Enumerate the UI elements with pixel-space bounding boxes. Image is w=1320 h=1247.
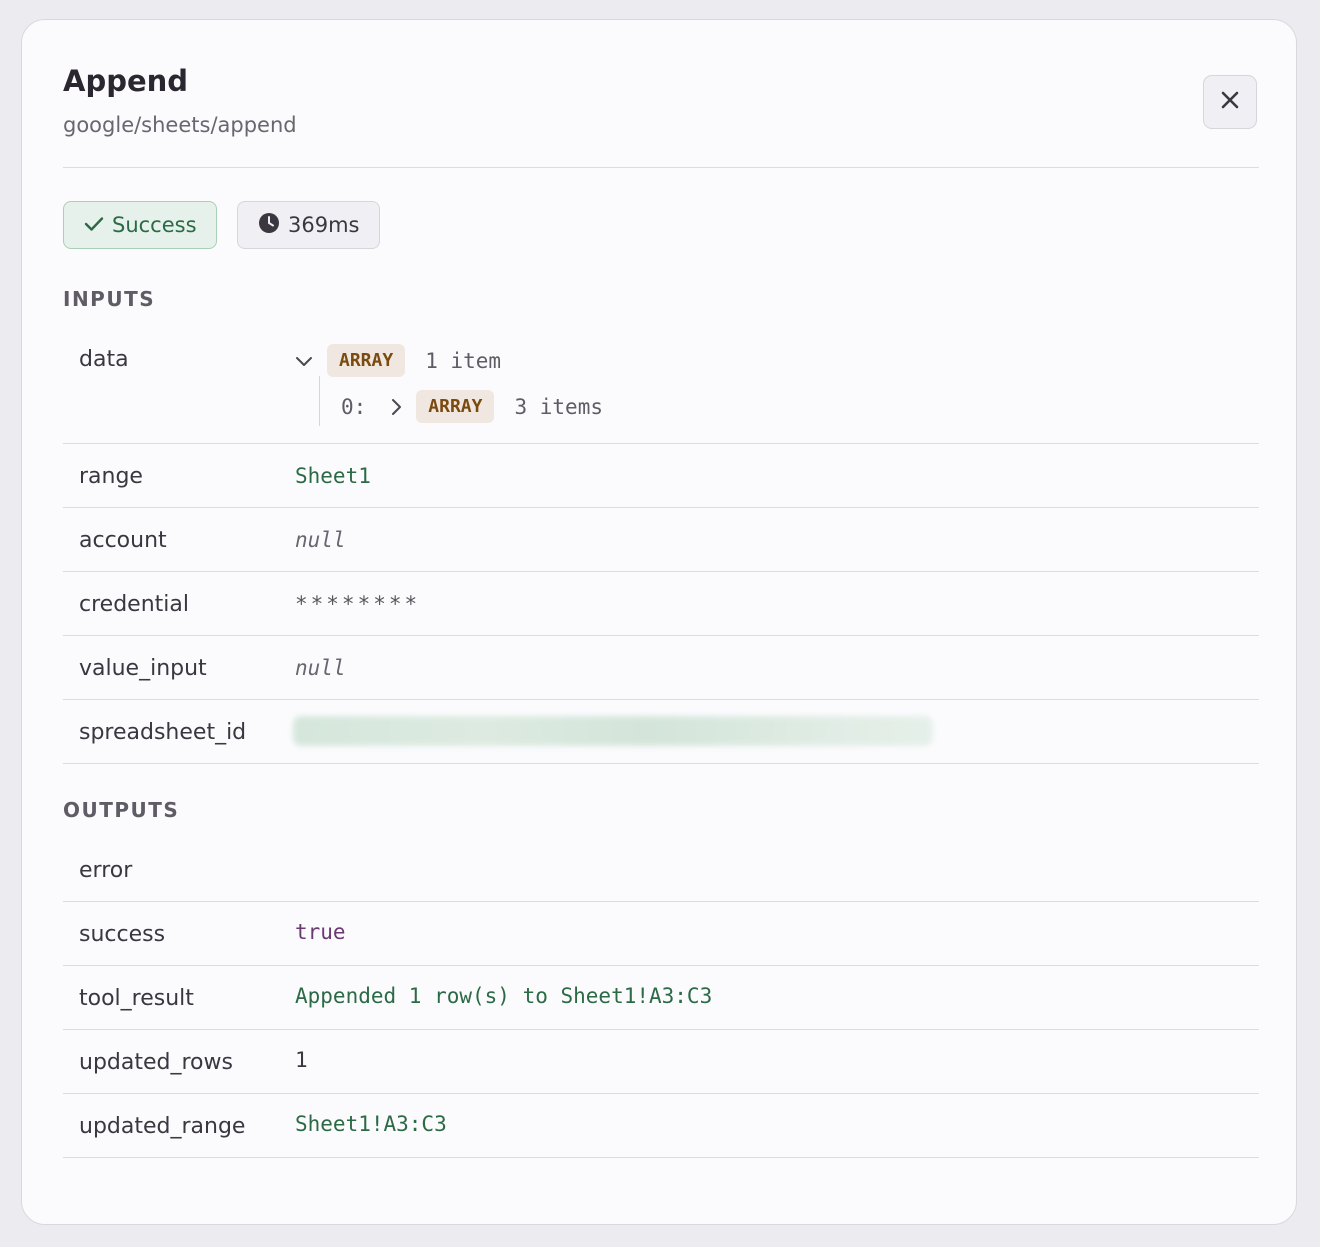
array-type-tag: ARRAY bbox=[416, 390, 495, 423]
tool-path: google/sheets/append bbox=[63, 113, 297, 137]
input-row-account: account null bbox=[63, 508, 1259, 572]
field-value: Sheet1!A3:C3 bbox=[295, 1112, 447, 1136]
data-array-node: ARRAY 1 item bbox=[295, 344, 501, 377]
field-key: tool_result bbox=[79, 986, 194, 1011]
check-icon bbox=[84, 213, 112, 237]
input-row-value-input: value_input null bbox=[63, 636, 1259, 700]
field-key: range bbox=[79, 464, 143, 489]
array-count: 3 items bbox=[514, 394, 603, 419]
modal-title: Append bbox=[63, 64, 189, 98]
field-value: null bbox=[295, 656, 346, 680]
field-key: account bbox=[79, 528, 167, 553]
chevron-down-icon[interactable] bbox=[295, 355, 315, 367]
output-row-updated-range: updated_range Sheet1!A3:C3 bbox=[63, 1094, 1259, 1158]
output-row-tool-result: tool_result Appended 1 row(s) to Sheet1!… bbox=[63, 966, 1259, 1030]
array-count: 1 item bbox=[425, 348, 502, 373]
field-key: success bbox=[79, 922, 166, 947]
clock-icon bbox=[258, 212, 288, 239]
inputs-section-label: INPUTS bbox=[63, 287, 156, 311]
field-key: error bbox=[79, 858, 133, 883]
input-row-data: data ARRAY 1 item 0: ARRAY 3 items bbox=[63, 330, 1259, 444]
output-row-error: error bbox=[63, 838, 1259, 902]
tree-guide-line bbox=[319, 376, 320, 426]
field-value: Sheet1 bbox=[295, 464, 371, 488]
status-badge: Success bbox=[63, 201, 217, 249]
field-key: updated_range bbox=[79, 1114, 246, 1139]
field-key: spreadsheet_id bbox=[79, 720, 247, 745]
array-index: 0: bbox=[341, 394, 367, 419]
field-value: 1 bbox=[295, 1048, 308, 1072]
tool-call-detail-modal: Append google/sheets/append Success 369m… bbox=[21, 19, 1297, 1225]
output-row-success: success true bbox=[63, 902, 1259, 966]
close-icon bbox=[1221, 91, 1239, 113]
field-key: updated_rows bbox=[79, 1050, 233, 1075]
duration-badge: 369ms bbox=[237, 201, 380, 249]
output-row-updated-rows: updated_rows 1 bbox=[63, 1030, 1259, 1094]
duration-label: 369ms bbox=[288, 213, 360, 237]
outputs-section-label: OUTPUTS bbox=[63, 798, 180, 822]
chevron-right-icon[interactable] bbox=[390, 398, 402, 416]
input-row-spreadsheet-id: spreadsheet_id bbox=[63, 700, 1259, 764]
status-label: Success bbox=[112, 213, 197, 237]
header-divider bbox=[63, 167, 1259, 168]
field-value: null bbox=[295, 528, 346, 552]
field-key: data bbox=[79, 347, 129, 372]
field-value: ******** bbox=[295, 592, 421, 616]
field-value: Appended 1 row(s) to Sheet1!A3:C3 bbox=[295, 984, 713, 1008]
redacted-value bbox=[293, 716, 933, 746]
field-value: true bbox=[295, 920, 346, 944]
field-key: credential bbox=[79, 592, 189, 617]
input-row-range: range Sheet1 bbox=[63, 444, 1259, 508]
field-key: value_input bbox=[79, 656, 207, 681]
input-row-credential: credential ******** bbox=[63, 572, 1259, 636]
close-button[interactable] bbox=[1203, 75, 1257, 129]
data-array-child-node: 0: ARRAY 3 items bbox=[341, 390, 603, 423]
array-type-tag: ARRAY bbox=[327, 344, 406, 377]
